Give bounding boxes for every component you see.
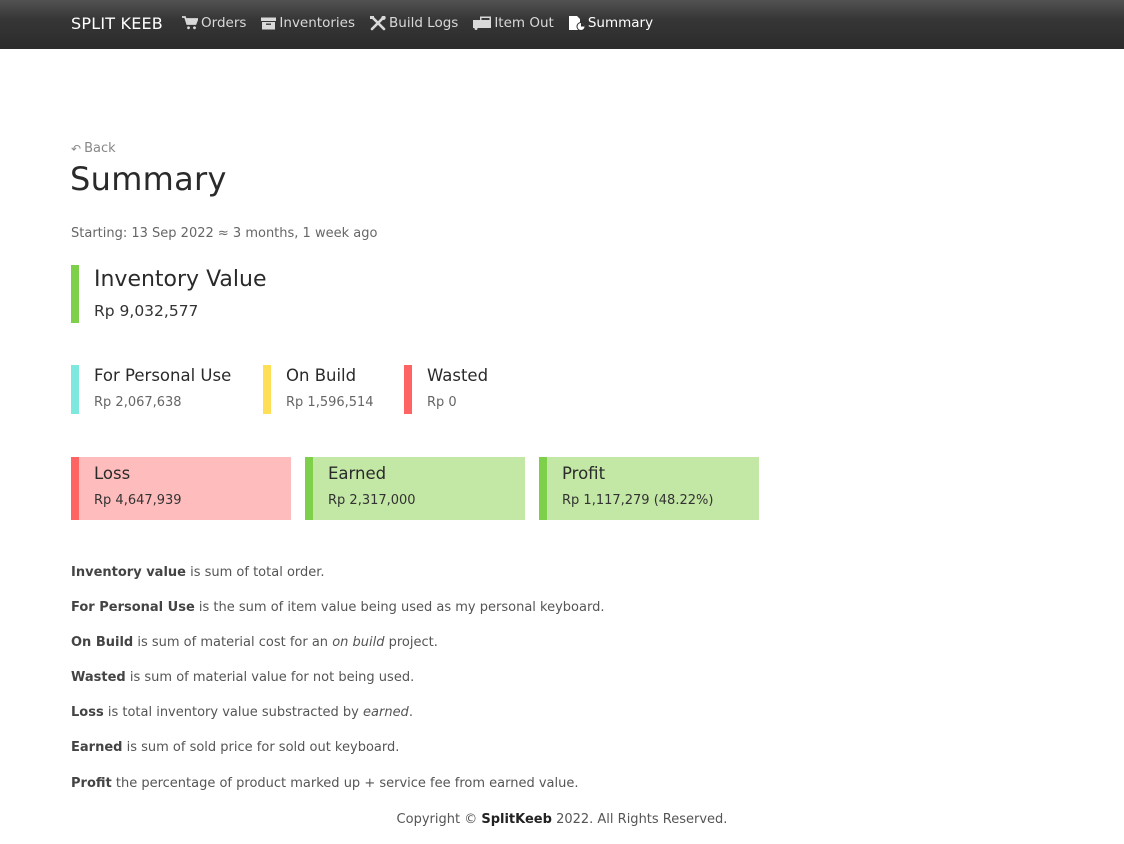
- note-emphasis: on build: [332, 635, 385, 651]
- truck-box-icon: [473, 16, 492, 30]
- note-earned: Earned is sum of sold price for sold out…: [71, 740, 604, 775]
- back-link-label: Back: [84, 141, 116, 156]
- inventory-value-block: Inventory Value Rp 9,032,577: [71, 265, 267, 323]
- nav-item-build-logs[interactable]: Build Logs: [370, 15, 458, 31]
- personal-use-amount: Rp 2,067,638: [94, 395, 182, 410]
- archive-box-icon: [261, 17, 277, 29]
- tools-icon: [370, 15, 386, 30]
- note-text: .: [408, 705, 413, 721]
- nav-item-inventories[interactable]: Inventories: [261, 15, 355, 31]
- note-term: Wasted: [71, 670, 126, 686]
- nav-item-label: Orders: [201, 15, 247, 31]
- inventory-value-amount: Rp 9,032,577: [94, 302, 199, 320]
- nav-item-label: Item Out: [494, 15, 554, 31]
- nav-item-label: Inventories: [279, 15, 355, 31]
- note-personal-use: For Personal Use is the sum of item valu…: [71, 600, 604, 635]
- nav-item-item-out[interactable]: Item Out: [473, 15, 554, 31]
- footer-text: Copyright ©: [396, 812, 482, 827]
- loss-label: Loss: [94, 464, 131, 483]
- nav-item-orders[interactable]: Orders: [182, 15, 246, 31]
- note-text: is the sum of item value being used as m…: [194, 600, 605, 616]
- nav-item-label: Build Logs: [389, 15, 459, 31]
- starting-date: Starting: 13 Sep 2022 ≈ 3 months, 1 week…: [71, 226, 378, 241]
- personal-use-label: For Personal Use: [94, 366, 232, 385]
- earned-label: Earned: [328, 464, 387, 483]
- note-profit: Profit the percentage of product marked …: [71, 776, 604, 811]
- loss-card: Loss Rp 4,647,939: [71, 457, 291, 520]
- footer-brand: SplitKeeb: [481, 812, 552, 827]
- back-arrow-icon: ↶: [71, 141, 82, 156]
- footer-copyright: Copyright © SplitKeeb 2022. All Rights R…: [0, 812, 1124, 827]
- note-on-build: On Build is sum of material cost for an …: [71, 635, 604, 670]
- note-loss: Loss is total inventory value substracte…: [71, 705, 604, 740]
- note-term: For Personal Use: [71, 600, 195, 616]
- note-text: the percentage of product marked up + se…: [111, 775, 579, 791]
- definitions-notes: Inventory value is sum of total order. F…: [71, 565, 604, 811]
- note-term: On Build: [71, 635, 134, 651]
- inventory-value-label: Inventory Value: [94, 267, 267, 292]
- note-text: is sum of material cost for an: [133, 635, 333, 651]
- nav-menu: Orders Inventories Build Logs Item Out S…: [182, 15, 668, 31]
- nav-item-summary[interactable]: Summary: [568, 15, 654, 31]
- note-term: Earned: [71, 740, 123, 756]
- wasted-label: Wasted: [427, 366, 489, 385]
- file-chart-icon: [568, 15, 585, 31]
- note-term: Loss: [71, 705, 104, 721]
- top-navbar: SPLIT KEEB Orders Inventories Build Logs…: [0, 0, 1124, 49]
- page-title: Summary: [70, 160, 227, 198]
- note-text: is sum of sold price for sold out keyboa…: [122, 740, 400, 756]
- earned-amount: Rp 2,317,000: [328, 493, 416, 508]
- wasted-amount: Rp 0: [427, 395, 457, 410]
- note-text: is sum of total order.: [185, 565, 325, 580]
- back-link[interactable]: ↶ Back: [71, 141, 116, 156]
- loss-amount: Rp 4,647,939: [94, 493, 182, 508]
- note-text: is total inventory value substracted by: [103, 705, 364, 721]
- note-emphasis: earned: [363, 705, 409, 721]
- wasted-block: Wasted Rp 0: [404, 365, 488, 414]
- personal-use-block: For Personal Use Rp 2,067,638: [71, 365, 231, 414]
- on-build-amount: Rp 1,596,514: [286, 395, 374, 410]
- profit-card: Profit Rp 1,117,279 (48.22%): [539, 457, 759, 520]
- brand-link[interactable]: SPLIT KEEB: [71, 14, 163, 33]
- note-wasted: Wasted is sum of material value for not …: [71, 670, 604, 705]
- footer-text: 2022. All Rights Reserved.: [551, 812, 728, 827]
- note-inventory-value: Inventory value is sum of total order.: [71, 565, 604, 600]
- note-text: is sum of material value for not being u…: [125, 670, 415, 686]
- cart-icon: [182, 16, 198, 30]
- profit-label: Profit: [562, 464, 606, 483]
- note-term: Inventory value: [71, 565, 186, 580]
- nav-item-label: Summary: [587, 15, 654, 31]
- on-build-label: On Build: [286, 366, 357, 385]
- on-build-block: On Build Rp 1,596,514: [263, 365, 374, 414]
- note-term: Profit: [71, 775, 112, 791]
- profit-amount: Rp 1,117,279 (48.22%): [562, 493, 714, 508]
- note-text: project.: [384, 635, 438, 651]
- earned-card: Earned Rp 2,317,000: [305, 457, 525, 520]
